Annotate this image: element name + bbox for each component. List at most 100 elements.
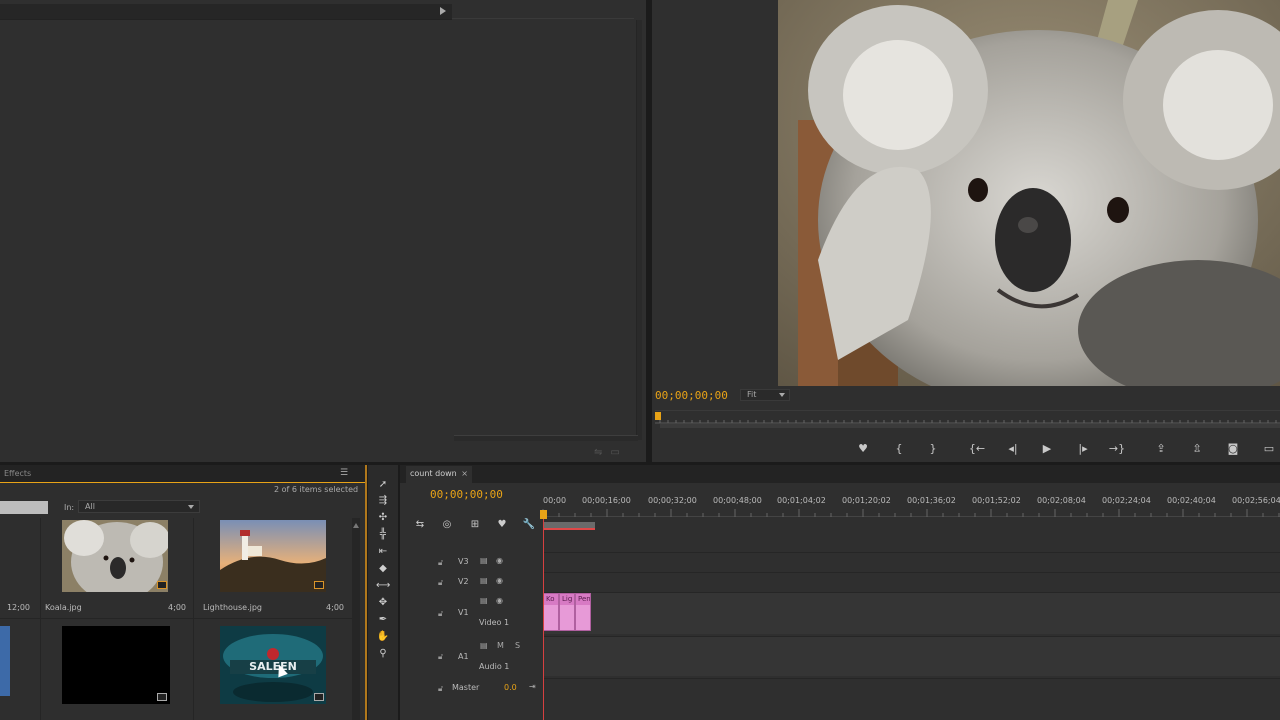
close-icon[interactable]: × [461,469,468,478]
zoom-level-select[interactable]: Fit [740,389,790,401]
panel-focus-border [365,465,367,720]
go-to-in-button[interactable]: {← [966,440,988,458]
ruler-time-label: 00;00 [543,496,567,505]
project-vertical-scrollbar[interactable] [352,518,360,720]
track-master[interactable] [543,678,1280,698]
eye-icon[interactable]: ◉ [496,556,503,565]
add-marker-button[interactable]: ♥ [852,440,874,458]
ripple-edit-tool-icon[interactable]: ✣ [376,511,390,525]
saleen-thumbnail[interactable]: SALEEN [220,626,326,704]
panel-menu-icon[interactable]: ☰ [340,468,350,478]
source-horizontal-scrollbar[interactable] [454,435,638,441]
timeline-ruler-labels[interactable]: 00;00 00;00;16;00 00;00;32;00 00;00;48;00 00… [540,496,1280,508]
track-label-v1: V1 [458,608,469,617]
in-filter-select[interactable]: All [78,500,200,513]
ruler-time-label: 00;02;40;04 [1167,496,1216,505]
track-header-v3: 🔓︎ V3 ▤ ◉ [405,552,542,572]
eye-icon[interactable]: ◉ [496,596,503,605]
step-back-button[interactable]: ◂| [1002,440,1024,458]
ruler-time-label: 00;01;04;02 [777,496,826,505]
lock-icon[interactable]: 🔓︎ [438,652,443,662]
koala-thumbnail[interactable] [62,520,168,592]
lock-icon[interactable]: 🔓︎ [438,578,443,588]
timeline-playhead[interactable] [540,510,547,519]
hand-tool-icon[interactable]: ✋ [376,630,390,644]
timeline-playhead-line [543,519,544,720]
clip-koala[interactable]: Ko [543,593,559,631]
zoom-tool-icon[interactable]: ⚲ [376,647,390,661]
clip-label: Lig [560,594,574,605]
play-button[interactable]: ▶ [1036,440,1058,458]
export-frame-button[interactable]: ◙ [1222,440,1244,458]
track-v3[interactable] [543,552,1280,572]
marker-icon[interactable]: ♥ [494,518,510,532]
rolling-edit-tool-icon[interactable]: ╬ [376,528,390,542]
timeline-tab-label: count down [410,469,457,478]
razor-tool-icon[interactable]: ◆ [376,562,390,576]
lock-icon[interactable]: 🔓︎ [438,609,443,619]
track-select-tool-icon[interactable]: ⇶ [376,494,390,508]
solo-button[interactable]: S [515,641,520,650]
film-icon[interactable]: ▤ [480,556,488,565]
clip-lighthouse[interactable]: Lig [559,593,575,631]
lock-icon[interactable]: 🔓︎ [438,684,443,694]
mark-in-button[interactable]: { [888,440,910,458]
film-icon[interactable]: ▤ [480,596,488,605]
track-name-video-1[interactable]: Video 1 [479,618,509,627]
scroll-up-icon[interactable] [353,520,359,528]
add-marker-icon[interactable]: ⊞ [467,518,483,532]
program-time-ruler[interactable] [655,410,1280,432]
rate-stretch-tool-icon[interactable]: ⇤ [376,545,390,559]
pen-tool-icon[interactable]: ✒ [376,613,390,627]
slide-tool-icon[interactable]: ✥ [376,596,390,610]
timeline-tab-bar [400,465,1280,483]
clip-label: Ko [544,594,558,605]
lift-button[interactable]: ⇪ [1150,440,1172,458]
wrench-icon[interactable]: 🔧 [521,518,537,532]
ruler-time-label: 00;02;56;04 [1232,496,1280,505]
program-timecode[interactable]: 00;00;00;00 [655,389,728,402]
tab-count-down[interactable]: count down × [406,466,472,483]
ruler-time-label: 00;02;08;04 [1037,496,1086,505]
go-to-out-button[interactable]: →} [1106,440,1128,458]
track-a1[interactable] [543,636,1280,676]
program-video-frame[interactable] [778,0,1280,386]
step-forward-button[interactable]: |▸ [1072,440,1094,458]
film-icon[interactable]: ▤ [480,641,488,650]
track-name-audio-1[interactable]: Audio 1 [479,662,509,671]
master-volume-value[interactable]: 0.0 [504,683,517,692]
mark-out-button[interactable]: } [922,440,944,458]
eye-icon[interactable]: ◉ [496,576,503,585]
lighthouse-thumbnail[interactable] [220,520,326,592]
snap-icon[interactable]: ⇆ [412,518,428,532]
thumbnail-name[interactable]: Koala.jpg [45,603,82,612]
selection-tool-icon[interactable]: ➚ [376,478,390,492]
track-v1[interactable] [543,592,1280,634]
slip-tool-icon[interactable]: ⟷ [376,579,390,593]
work-area-bar[interactable] [543,522,595,530]
clip-penguins[interactable]: Pen [575,593,591,631]
program-ruler-ticks [655,420,1280,424]
black-video-thumbnail[interactable] [62,626,170,704]
source-header-bar[interactable] [0,4,452,20]
source-vertical-scrollbar[interactable] [636,20,642,440]
program-time-bar[interactable] [660,424,1280,428]
thumbnail-name[interactable]: Lighthouse.jpg [203,603,262,612]
track-v2[interactable] [543,572,1280,592]
tab-effects[interactable]: Effects [4,469,31,478]
project-search-input[interactable] [0,501,48,514]
timeline-timecode[interactable]: 00;00;00;00 [430,488,503,501]
button-editor-button[interactable]: ▭ [1258,440,1280,458]
play-right-icon[interactable] [440,7,446,15]
lock-icon[interactable]: 🔓︎ [438,558,443,568]
source-export-icons[interactable]: ⇋▭ [594,447,634,459]
track-header-a1: 🔓︎ A1 ▤ M S Audio 1 [405,636,542,676]
linked-selection-icon[interactable]: ◎ [439,518,455,532]
extract-button[interactable]: ⇫ [1186,440,1208,458]
partial-thumbnail[interactable] [0,626,10,696]
mute-button[interactable]: M [497,641,504,650]
go-to-end-icon[interactable]: ⇥ [529,682,536,691]
timeline-ruler[interactable] [540,509,1280,517]
program-playhead[interactable] [655,412,661,420]
film-icon[interactable]: ▤ [480,576,488,585]
